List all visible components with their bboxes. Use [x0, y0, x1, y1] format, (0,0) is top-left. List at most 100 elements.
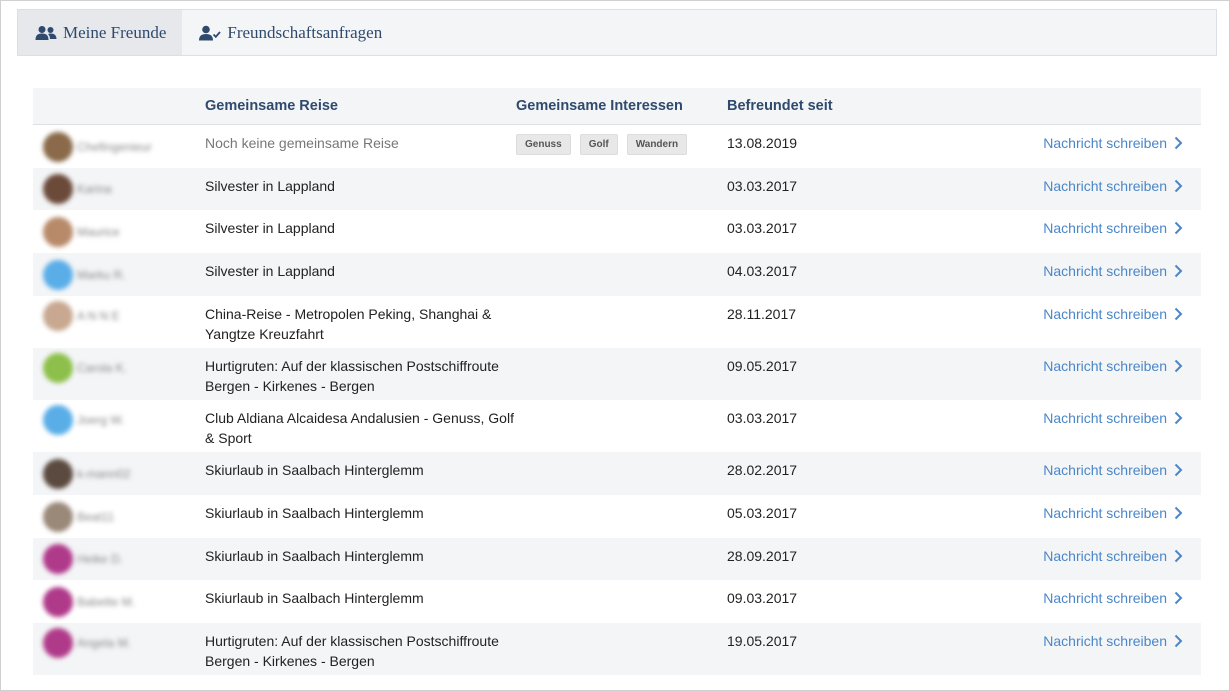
tab-friend-requests[interactable]: Freundschaftsanfragen [182, 10, 398, 55]
write-message-link[interactable]: Nachricht schreiben [1043, 176, 1183, 196]
header-shared-trip: Gemeinsame Reise [205, 98, 338, 114]
header-friends-since: Befreundet seit [727, 98, 833, 114]
avatar [43, 587, 73, 617]
friend-name: Beat11 [77, 510, 115, 524]
friends-since-date: 09.03.2017 [727, 590, 798, 606]
write-message-link[interactable]: Nachricht schreiben [1043, 261, 1183, 281]
friend-name: Marku R. [77, 268, 126, 282]
table-row: Joerg W. Club Aldiana Alcaidesa Andalusie… [33, 400, 1201, 452]
friends-since-date: 28.09.2017 [727, 548, 798, 564]
friend-profile[interactable]: Babette M. [43, 587, 135, 617]
friend-profile[interactable]: Joerg W. [43, 405, 124, 435]
write-message-label: Nachricht schreiben [1043, 263, 1167, 279]
write-message-link[interactable]: Nachricht schreiben [1043, 503, 1183, 523]
write-message-label: Nachricht schreiben [1043, 358, 1167, 374]
table-row: k-mann02 Skiurlaub in Saalbach Hinterglem… [33, 452, 1201, 495]
interest-tags: Genuss Golf Wandern [516, 134, 688, 155]
shared-trip[interactable]: Silvester in Lappland [205, 176, 515, 196]
write-message-link[interactable]: Nachricht schreiben [1043, 133, 1183, 153]
write-message-label: Nachricht schreiben [1043, 135, 1167, 151]
friend-profile[interactable]: Heike D. [43, 544, 123, 574]
shared-trip[interactable]: Skiurlaub in Saalbach Hinterglemm [205, 460, 515, 480]
friend-profile[interactable]: Beat11 [43, 502, 114, 532]
table-header: Gemeinsame Reise Gemeinsame Interessen B… [33, 88, 1201, 125]
friend-profile[interactable]: Angela M. [43, 628, 131, 658]
table-body: Chefingenieur Noch keine gemeinsame Reise… [33, 125, 1201, 675]
shared-trip[interactable]: Silvester in Lappland [205, 218, 515, 238]
friends-since-date: 19.05.2017 [727, 633, 798, 649]
shared-trip[interactable]: Hurtigruten: Auf der klassischen Postsch… [205, 356, 515, 396]
write-message-link[interactable]: Nachricht schreiben [1043, 588, 1183, 608]
avatar [43, 405, 73, 435]
write-message-link[interactable]: Nachricht schreiben [1043, 460, 1183, 480]
write-message-link[interactable]: Nachricht schreiben [1043, 408, 1183, 428]
shared-trip[interactable]: Skiurlaub in Saalbach Hinterglemm [205, 588, 515, 608]
shared-trip[interactable]: Club Aldiana Alcaidesa Andalusien - Genu… [205, 408, 515, 448]
chevron-right-icon [1174, 359, 1183, 373]
friends-panel: Meine Freunde Freundschaftsanfragen Geme… [0, 0, 1230, 691]
table-row: Chefingenieur Noch keine gemeinsame Reise… [33, 125, 1201, 168]
friends-since-date: 03.03.2017 [727, 178, 798, 194]
write-message-label: Nachricht schreiben [1043, 462, 1167, 478]
friends-since-date: 04.03.2017 [727, 263, 798, 279]
friends-since-date: 09.05.2017 [727, 358, 798, 374]
friend-profile[interactable]: Karina [43, 174, 112, 204]
friends-since-date: 28.11.2017 [727, 306, 797, 322]
tab-bar: Meine Freunde Freundschaftsanfragen [17, 9, 1217, 56]
write-message-link[interactable]: Nachricht schreiben [1043, 546, 1183, 566]
avatar [43, 544, 73, 574]
friend-name: Chefingenieur [77, 140, 152, 154]
write-message-label: Nachricht schreiben [1043, 505, 1167, 521]
write-message-label: Nachricht schreiben [1043, 178, 1167, 194]
friend-profile[interactable]: k-mann02 [43, 459, 130, 489]
friend-profile[interactable]: Chefingenieur [43, 132, 152, 162]
chevron-right-icon [1174, 463, 1183, 477]
users-icon [35, 24, 57, 42]
shared-trip[interactable]: Skiurlaub in Saalbach Hinterglemm [205, 546, 515, 566]
avatar [43, 628, 73, 658]
friend-name: Babette M. [77, 595, 136, 609]
tab-my-friends-label: Meine Freunde [63, 22, 167, 42]
write-message-link[interactable]: Nachricht schreiben [1043, 631, 1183, 651]
interest-tag: Golf [579, 134, 618, 155]
chevron-right-icon [1174, 506, 1183, 520]
table-row: Heike D. Skiurlaub in Saalbach Hinterglem… [33, 538, 1201, 580]
chevron-right-icon [1174, 634, 1183, 648]
friend-name: Karina [77, 182, 112, 196]
interest-tag: Wandern [626, 134, 688, 155]
chevron-right-icon [1174, 591, 1183, 605]
friend-profile[interactable]: Marku R. [43, 260, 126, 290]
table-row: Karina Silvester in Lappland 03.03.2017 Nac… [33, 168, 1201, 210]
chevron-right-icon [1174, 411, 1183, 425]
tab-my-friends[interactable]: Meine Freunde [18, 10, 183, 55]
shared-trip[interactable]: Skiurlaub in Saalbach Hinterglemm [205, 503, 515, 523]
chevron-right-icon [1174, 307, 1183, 321]
table-row: Maurice Silvester in Lappland 03.03.2017 Na… [33, 210, 1201, 253]
write-message-link[interactable]: Nachricht schreiben [1043, 304, 1183, 324]
shared-trip[interactable]: China-Reise - Metropolen Peking, Shangha… [205, 304, 515, 344]
chevron-right-icon [1174, 221, 1183, 235]
avatar [43, 217, 73, 247]
friend-name: k-mann02 [77, 467, 131, 481]
friends-since-date: 05.03.2017 [727, 505, 798, 521]
avatar [43, 502, 73, 532]
write-message-label: Nachricht schreiben [1043, 220, 1167, 236]
avatar [43, 459, 73, 489]
friend-profile[interactable]: A N N E [43, 301, 120, 331]
avatar [43, 301, 73, 331]
table-row: Angela M. Hurtigruten: Auf der klassische… [33, 623, 1201, 675]
friends-since-date: 13.08.2019 [727, 135, 798, 151]
friend-profile[interactable]: Maurice [43, 217, 120, 247]
shared-trip[interactable]: Hurtigruten: Auf der klassischen Postsch… [205, 631, 515, 671]
friend-name: Joerg W. [77, 413, 125, 427]
table-row: A N N E China-Reise - Metropolen Peking, … [33, 296, 1201, 348]
friends-table: Gemeinsame Reise Gemeinsame Interessen B… [33, 88, 1201, 675]
write-message-label: Nachricht schreiben [1043, 410, 1167, 426]
write-message-link[interactable]: Nachricht schreiben [1043, 218, 1183, 238]
shared-trip[interactable]: Silvester in Lappland [205, 261, 515, 281]
write-message-link[interactable]: Nachricht schreiben [1043, 356, 1183, 376]
chevron-right-icon [1174, 136, 1183, 150]
interest-tag: Genuss [516, 134, 571, 155]
avatar [43, 353, 73, 383]
friend-profile[interactable]: Carola K. [43, 353, 127, 383]
